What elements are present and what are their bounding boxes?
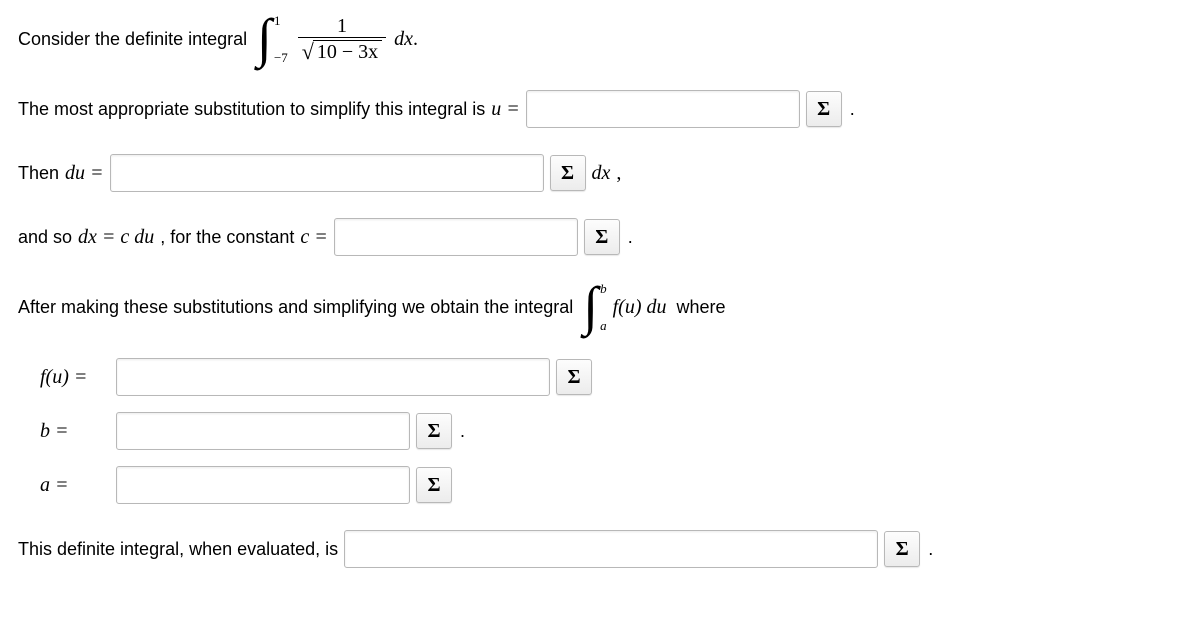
question-line-substitution: The most appropriate substitution to sim… [18, 90, 1182, 128]
question-line-after: After making these substitutions and sim… [18, 282, 1182, 332]
dx-suffix: dx [592, 162, 611, 185]
limit-upper: 1 [274, 14, 288, 27]
fraction: 1 √ 10 − 3x [298, 15, 386, 63]
period: . [628, 227, 633, 248]
limit-b: b [600, 282, 607, 295]
label-fu: f(u) = [40, 366, 110, 389]
text-consider: Consider the definite integral [18, 29, 247, 50]
text-where: where [677, 297, 726, 318]
text-andso: and so [18, 227, 72, 248]
integrand-fu: f(u) du [613, 296, 667, 319]
limit-lower: −7 [274, 51, 288, 64]
dx-eq-cdu: dx = c du [78, 226, 154, 249]
text-forconstant: , for the constant [160, 227, 294, 248]
label-b: b = [40, 420, 110, 443]
integral-expression: ∫ 1 −7 1 √ 10 − 3x dx . [257, 14, 418, 64]
sigma-button-final[interactable]: Σ [884, 531, 920, 567]
answer-row-fu: f(u) = Σ [40, 358, 1182, 396]
sqrt: √ 10 − 3x [302, 40, 382, 63]
fraction-numerator: 1 [335, 15, 349, 37]
sigma-button-a[interactable]: Σ [416, 467, 452, 503]
radicand: 10 − 3x [313, 40, 382, 63]
period: . [413, 28, 418, 51]
text-then: Then [18, 163, 59, 184]
input-fu[interactable] [116, 358, 550, 396]
u-equals: u = [491, 98, 520, 121]
text-evaluated: This definite integral, when evaluated, … [18, 539, 338, 560]
text-after: After making these substitutions and sim… [18, 297, 573, 318]
sigma-button-b[interactable]: Σ [416, 413, 452, 449]
input-final[interactable] [344, 530, 878, 568]
question-line-final: This definite integral, when evaluated, … [18, 530, 1182, 568]
period: . [460, 421, 465, 442]
sigma-button-u[interactable]: Σ [806, 91, 842, 127]
fraction-denominator: √ 10 − 3x [298, 37, 386, 63]
input-du[interactable] [110, 154, 544, 192]
input-b[interactable] [116, 412, 410, 450]
sigma-button-c[interactable]: Σ [584, 219, 620, 255]
input-c[interactable] [334, 218, 578, 256]
sigma-button-fu[interactable]: Σ [556, 359, 592, 395]
text-substitution: The most appropriate substitution to sim… [18, 99, 485, 120]
question-line-integral: Consider the definite integral ∫ 1 −7 1 … [18, 14, 1182, 64]
answer-row-b: b = Σ . [40, 412, 1182, 450]
integral-sign-icon: ∫ [257, 20, 272, 58]
input-u[interactable] [526, 90, 800, 128]
answer-row-a: a = Σ [40, 466, 1182, 504]
period: . [928, 539, 933, 560]
c-equals: c = [300, 226, 327, 249]
limit-a: a [600, 319, 607, 332]
integral-fu: ∫ b a f(u) du [583, 282, 666, 332]
question-line-c: and so dx = c du , for the constant c = … [18, 218, 1182, 256]
integral-limits: 1 −7 [274, 14, 288, 64]
label-a: a = [40, 474, 110, 497]
question-line-du: Then du = Σ dx , [18, 154, 1182, 192]
integral-sign-icon: ∫ [583, 288, 598, 326]
du-equals: du = [65, 162, 104, 185]
radical-icon: √ [302, 41, 314, 63]
period: . [850, 99, 855, 120]
input-a[interactable] [116, 466, 410, 504]
sigma-button-du[interactable]: Σ [550, 155, 586, 191]
integral-limits-ab: b a [600, 282, 607, 332]
dx-text: dx [394, 28, 413, 51]
comma: , [616, 162, 621, 185]
